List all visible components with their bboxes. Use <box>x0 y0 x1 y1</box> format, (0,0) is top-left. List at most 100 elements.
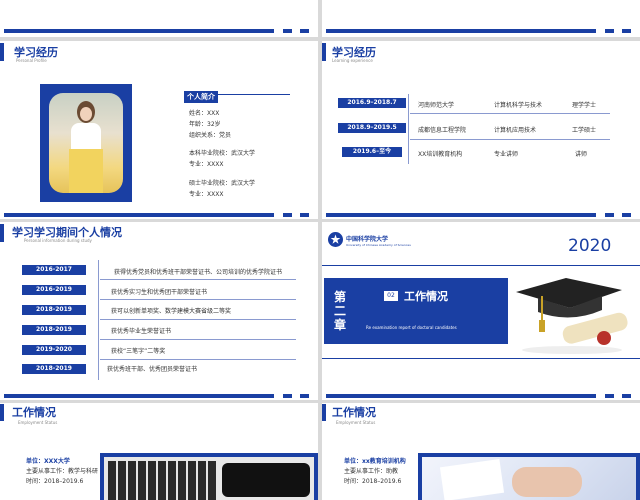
slide-employment-2[interactable]: 工作情况 Employment Status 单位：xx教育培训机构 主要从事工… <box>322 403 640 500</box>
slide-subtitle: Personal Profile <box>16 58 47 63</box>
title-accent-bar <box>0 43 4 61</box>
row-divider <box>410 113 610 114</box>
achievement-text: 获优秀毕业生荣誉证书 <box>111 328 172 335</box>
period-pill: 2016-2017 <box>22 265 86 275</box>
chapter-label: 第二章 <box>334 290 347 332</box>
office-photo-frame <box>418 453 640 500</box>
chapter-number: 02 <box>387 292 395 299</box>
achievement-text: 获得优秀党员和优秀班干部荣誉证书、公司培训的优秀学院证书 <box>114 269 283 276</box>
footer-square <box>300 29 309 33</box>
footer-square <box>283 394 292 398</box>
chapter-number-box: 02 <box>384 291 398 301</box>
portrait-photo <box>49 93 123 193</box>
timeline-divider <box>98 260 99 380</box>
keyboard-icon <box>108 461 216 500</box>
job-work: 主要从事工作：助教 <box>344 468 399 475</box>
row-divider <box>100 359 296 360</box>
job-work: 主要从事工作：教学与科研 <box>26 468 99 475</box>
footer-bar <box>326 394 596 398</box>
slide-top-left-partial[interactable] <box>0 0 318 37</box>
period-pill: 2018-2019 <box>22 364 86 374</box>
footer-bar <box>326 213 596 217</box>
year-label: 2020 <box>568 236 612 256</box>
job-time: 时间：2018–2019.6 <box>344 478 402 485</box>
footer-square <box>622 213 631 217</box>
profile-card-title-box: 个人简介 <box>184 84 290 103</box>
slide-subtitle: Employment Status <box>18 420 58 425</box>
footer-square <box>300 394 309 398</box>
job-unit: 单位：XXX大学 <box>26 458 70 465</box>
profile-master-major: 专业：XXXX <box>189 191 224 198</box>
job-unit: 单位：xx教育培训机构 <box>344 458 406 465</box>
footer-square <box>283 29 292 33</box>
period-pill: 2016-2019 <box>22 285 86 295</box>
major-name: 计算机应用技术 <box>494 127 537 134</box>
slide-title: 工作情况 <box>12 406 56 419</box>
chapter-heading: 工作情况 <box>404 290 448 303</box>
period-pill: 2019.6–至今 <box>342 147 402 157</box>
profile-card-title: 个人简介 <box>184 91 218 103</box>
major-name: 专业讲师 <box>494 151 519 158</box>
title-accent-bar <box>0 224 4 242</box>
slide-title: 工作情况 <box>332 406 376 419</box>
office-photo <box>422 457 636 500</box>
period-pill: 2018-2019 <box>22 305 86 315</box>
achievement-text: 获优秀实习生和优秀团干部荣誉证书 <box>111 289 208 296</box>
slide-top-right-partial[interactable] <box>322 0 640 37</box>
title-accent-bar <box>0 404 4 421</box>
footer-square <box>605 394 614 398</box>
degree-name: 工学硕士 <box>572 127 597 134</box>
photo-frame <box>40 84 132 202</box>
profile-master-school: 硕士毕业院校：武汉大学 <box>189 180 256 187</box>
portrait-skirt <box>69 149 103 193</box>
degree-name: 讲师 <box>575 151 588 158</box>
achievement-text: 获优秀班干部、优秀团员荣誉证书 <box>107 366 198 373</box>
school-name: XX培训教育机构 <box>418 151 463 158</box>
degree-name: 理学学士 <box>572 102 597 109</box>
job-time: 时间：2018–2019.6 <box>26 478 84 485</box>
profile-undergrad-major: 专业：XXXX <box>189 161 224 168</box>
portrait-body <box>71 123 101 151</box>
logo-circle-icon <box>328 232 343 247</box>
footer-bar <box>4 29 274 33</box>
keyboard-photo <box>104 457 314 500</box>
footer-bar <box>4 394 274 398</box>
keyboard-photo-frame <box>100 453 318 500</box>
period-pill: 2016.9–2018.7 <box>338 98 406 108</box>
hands-icon <box>512 467 582 497</box>
slide-learning-experience[interactable]: 学习经历 Learning experience 2016.9–2018.7 河… <box>322 41 640 219</box>
slide-learning-profile[interactable]: 学习经历 Personal Profile 个人简介 姓名：XXX 年龄：32岁… <box>0 41 318 219</box>
star-icon <box>330 234 341 244</box>
row-divider <box>100 319 296 320</box>
slide-subtitle: Employment Status <box>336 420 376 425</box>
slide-employment-1[interactable]: 工作情况 Employment Status 单位：XXX大学 主要从事工作：教… <box>0 403 318 500</box>
profile-age: 年龄：32岁 <box>189 121 221 128</box>
title-accent-bar <box>322 404 326 421</box>
portrait-face <box>80 107 92 121</box>
footer-square <box>605 29 614 33</box>
achievement-text: 获校“三笔字”二等奖 <box>111 348 166 355</box>
footer-square <box>622 29 631 33</box>
footer-square <box>300 213 309 217</box>
footer-square <box>622 394 631 398</box>
title-accent-bar <box>322 43 326 61</box>
graduation-cap-icon <box>512 272 632 356</box>
footer-square <box>605 213 614 217</box>
row-divider <box>100 279 296 280</box>
achievement-text: 获可以创新单项奖、数学建模大赛省级二等奖 <box>111 308 232 315</box>
slide-study-achievements[interactable]: 学习学习期间个人情况 Personal information during s… <box>0 222 318 400</box>
school-name: 成都信息工程学院 <box>418 127 467 134</box>
paper-icon <box>439 458 505 500</box>
period-pill: 2018.9–2019.5 <box>338 123 406 133</box>
school-name: 河南师范大学 <box>418 102 455 109</box>
slide-chapter-two[interactable]: 中国科学院大学 University of Chinese Academy of… <box>322 222 640 400</box>
phone-icon <box>222 463 310 497</box>
row-divider <box>100 339 296 340</box>
slide-subtitle: Learning experience <box>332 58 373 63</box>
chapter-heading-en: Re examination report of doctoral candid… <box>366 325 457 330</box>
period-pill: 2018-2019 <box>22 325 86 335</box>
profile-name: 姓名：XXX <box>189 110 220 117</box>
footer-bar <box>4 213 274 217</box>
profile-party: 组织关系：党员 <box>189 132 232 139</box>
org-name: 中国科学院大学 <box>346 236 389 243</box>
